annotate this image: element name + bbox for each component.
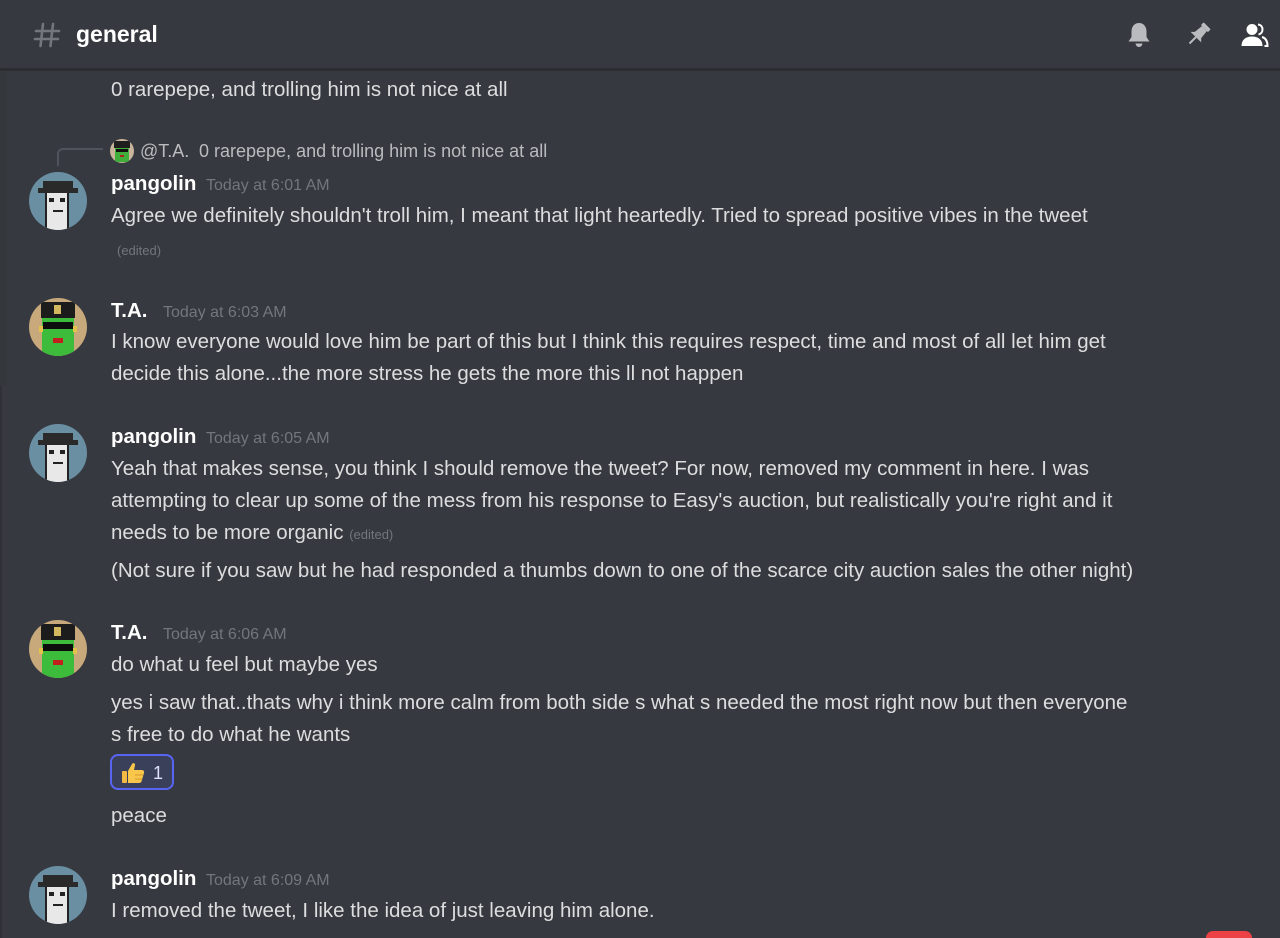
message-author[interactable]: pangolin bbox=[111, 171, 196, 197]
reaction-thumbs-up[interactable]: 1 bbox=[110, 754, 174, 790]
message-author[interactable]: T.A. bbox=[111, 298, 147, 324]
members-icon[interactable] bbox=[1239, 20, 1269, 50]
avatar[interactable] bbox=[29, 620, 87, 678]
message-timestamp: Today at 6:06 AM bbox=[163, 626, 287, 643]
message-text: decide this alone...the more stress he g… bbox=[111, 362, 744, 385]
message-list: 0 rarepepe, and trolling him is not nice… bbox=[0, 72, 1280, 938]
message-timestamp: Today at 6:05 AM bbox=[206, 430, 330, 447]
message-text-line: needs to be more organic (edited) bbox=[111, 517, 393, 551]
message-text: peace bbox=[111, 804, 167, 827]
message-text: (Not sure if you saw but he had responde… bbox=[111, 559, 1134, 582]
avatar[interactable] bbox=[29, 172, 87, 230]
message-author[interactable]: pangolin bbox=[111, 866, 196, 892]
edited-label: (edited) bbox=[349, 527, 394, 542]
message-text: I removed the tweet, I like the idea of … bbox=[111, 899, 655, 922]
message-text: Yeah that makes sense, you think I shoul… bbox=[111, 457, 1090, 480]
reaction-count: 1 bbox=[153, 763, 164, 783]
message-text: attempting to clear up some of the mess … bbox=[111, 489, 1113, 512]
message-author[interactable]: T.A. bbox=[111, 620, 147, 646]
new-messages-pill[interactable] bbox=[1206, 931, 1252, 938]
channel-header: general bbox=[0, 0, 1280, 70]
message-timestamp: Today at 6:01 AM bbox=[206, 177, 330, 194]
pin-icon[interactable] bbox=[1183, 20, 1213, 50]
reply-spine bbox=[57, 148, 103, 166]
message-text: s free to do what he wants bbox=[111, 723, 351, 746]
avatar[interactable] bbox=[29, 866, 87, 924]
message-text: do what u feel but maybe yes bbox=[111, 653, 378, 676]
message-timestamp: Today at 6:03 AM bbox=[163, 304, 287, 321]
message-text: Agree we definitely shouldn't troll him,… bbox=[111, 204, 1088, 227]
message-text: yes i saw that..thats why i think more c… bbox=[111, 691, 1128, 714]
hash-icon bbox=[33, 22, 61, 48]
thumbs-up-icon bbox=[122, 763, 145, 783]
message-text: I know everyone would love him be part o… bbox=[111, 330, 1106, 353]
reply-mention[interactable]: @T.A. bbox=[140, 138, 189, 164]
edited-label: (edited) bbox=[117, 243, 162, 258]
message-timestamp: Today at 6:09 AM bbox=[206, 872, 330, 889]
avatar[interactable] bbox=[29, 424, 87, 482]
channel-name: general bbox=[76, 21, 158, 47]
chat-window: general 0 rarepepe, and trolling him is … bbox=[0, 0, 1280, 938]
message-continuation-text: 0 rarepepe, and trolling him is not nice… bbox=[111, 78, 508, 101]
bell-icon[interactable] bbox=[1124, 20, 1154, 50]
reply-preview-text[interactable]: 0 rarepepe, and trolling him is not nice… bbox=[199, 138, 547, 164]
message-author[interactable]: pangolin bbox=[111, 424, 196, 450]
reply-avatar[interactable] bbox=[110, 139, 134, 163]
avatar[interactable] bbox=[29, 298, 87, 356]
message-text: needs to be more organic bbox=[111, 521, 344, 544]
